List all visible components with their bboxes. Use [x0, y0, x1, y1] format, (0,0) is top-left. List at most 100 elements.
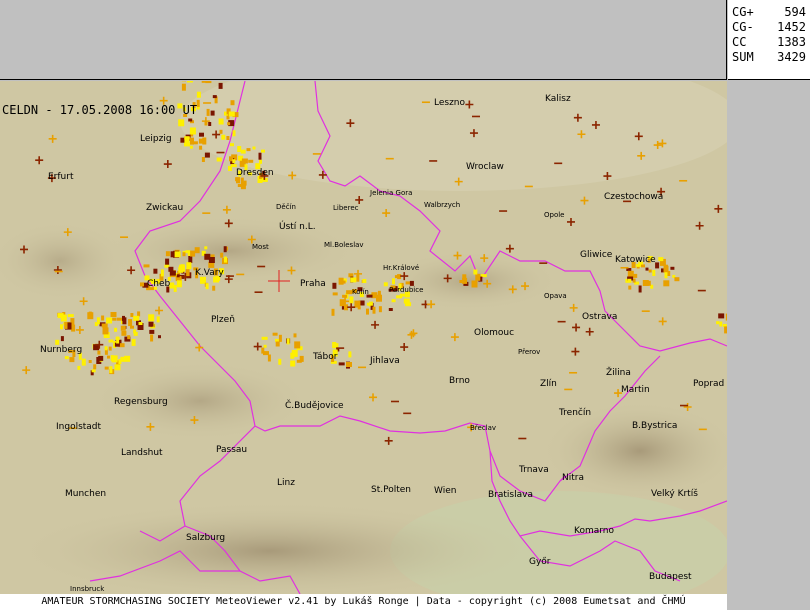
- strike-blob: [143, 264, 150, 268]
- strike-blob: [114, 364, 121, 371]
- city-label: Regensburg: [114, 397, 168, 407]
- strike-blob: [232, 130, 236, 137]
- strike-blob: [160, 269, 164, 277]
- strike-blob: [349, 296, 354, 304]
- city-label: Munchen: [65, 489, 107, 499]
- strike-blob: [185, 250, 191, 254]
- strike-blob: [331, 308, 335, 316]
- stat-value: 1452: [777, 20, 806, 34]
- strike-blob: [275, 341, 280, 347]
- city-label: Jihlava: [370, 356, 400, 366]
- city-label: Zwickau: [146, 203, 184, 213]
- strike-blob: [362, 279, 367, 283]
- strike-blob: [122, 315, 125, 321]
- strike-blob: [638, 285, 642, 293]
- city-label: Ostrava: [582, 312, 618, 322]
- strike-blob: [165, 258, 170, 266]
- strike-blob: [130, 325, 134, 329]
- city-label: Landshut: [121, 448, 163, 458]
- strike-blob: [216, 157, 222, 162]
- strike-blob: [366, 308, 369, 315]
- strike-blob: [176, 280, 182, 288]
- city-label: Kalisz: [545, 94, 571, 104]
- strike-blob: [127, 335, 131, 340]
- stat-label: CG+: [732, 5, 754, 19]
- strike-blob: [94, 322, 98, 327]
- strike-blob: [228, 111, 235, 117]
- strike-blob: [148, 321, 154, 327]
- city-label: Wien: [434, 486, 457, 496]
- strike-blob: [341, 280, 346, 284]
- strike-blob: [137, 311, 141, 317]
- strike-blob: [218, 118, 224, 125]
- strike-blob: [372, 306, 376, 314]
- city-label: Žilina: [606, 368, 631, 378]
- strike-blob: [224, 256, 227, 263]
- strike-blob: [263, 351, 269, 356]
- strike-blob: [116, 317, 123, 321]
- strike-blob: [348, 351, 352, 358]
- strike-blob: [168, 266, 174, 272]
- strike-blob: [60, 314, 67, 322]
- strike-blob: [664, 272, 668, 279]
- strike-blob: [108, 346, 112, 351]
- strike-blob: [140, 282, 144, 287]
- city-label: Ml.Boleslav: [324, 241, 364, 249]
- strike-blob: [719, 321, 723, 327]
- strike-blob: [648, 269, 652, 273]
- strike-blob: [188, 256, 193, 263]
- city-label: Leipzig: [140, 134, 172, 144]
- strike-blob: [81, 358, 86, 366]
- city-label: Most: [252, 243, 269, 251]
- strike-blob: [108, 339, 114, 343]
- city-label: Leszno: [434, 98, 466, 108]
- strike-blob: [388, 308, 393, 311]
- stat-label: SUM: [732, 50, 754, 64]
- strike-blob: [627, 270, 634, 277]
- city-label: Trenčín: [559, 408, 592, 418]
- strike-blob: [180, 264, 185, 270]
- strike-blob: [272, 332, 278, 336]
- city-label: Č.Budějovice: [285, 401, 344, 411]
- city-label: Ingolstadt: [56, 422, 102, 432]
- city-label: K.Vary: [195, 268, 224, 278]
- city-label: Ústí n.L.: [279, 222, 316, 232]
- stat-row-cc: CC 1383: [732, 35, 806, 50]
- strike-blob: [392, 278, 395, 285]
- city-label: Jelenia Gora: [370, 189, 413, 197]
- strike-blob: [252, 146, 256, 150]
- city-label: Passau: [216, 445, 248, 455]
- city-label: Trnava: [519, 465, 549, 475]
- strike-blob: [258, 152, 262, 160]
- strike-blob: [645, 267, 649, 271]
- strike-blob: [218, 82, 223, 89]
- strike-blob: [186, 81, 193, 83]
- city-label: Wroclaw: [466, 162, 504, 172]
- strike-blob: [120, 356, 125, 362]
- strike-blob: [107, 355, 110, 359]
- strike-blob: [459, 280, 463, 283]
- strike-blob: [120, 325, 126, 331]
- strike-blob: [246, 148, 251, 152]
- strike-blob: [194, 247, 200, 254]
- top-blank-panel: [0, 0, 727, 80]
- city-label: Hr.Králové: [383, 264, 420, 272]
- strike-blob: [240, 149, 246, 154]
- strike-blob: [133, 329, 137, 334]
- strike-blob: [208, 122, 212, 126]
- strike-blob: [278, 358, 282, 365]
- strike-blob: [240, 177, 244, 184]
- city-label: Zlín: [540, 379, 557, 389]
- strike-blob: [230, 143, 234, 147]
- strike-blob: [131, 338, 136, 346]
- strike-blob: [104, 346, 108, 351]
- strike-blob: [212, 285, 216, 291]
- strike-blob: [182, 252, 186, 257]
- strike-blob: [220, 252, 224, 258]
- strike-blob: [294, 341, 301, 349]
- city-label: Erfurt: [48, 172, 74, 182]
- city-label: Plzeň: [211, 315, 235, 325]
- lightning-map[interactable]: CELDN - 17.05.2008 16:00 UT Leszno Kalis…: [0, 81, 727, 594]
- strike-blob: [230, 100, 235, 106]
- stat-label: CG-: [732, 20, 754, 34]
